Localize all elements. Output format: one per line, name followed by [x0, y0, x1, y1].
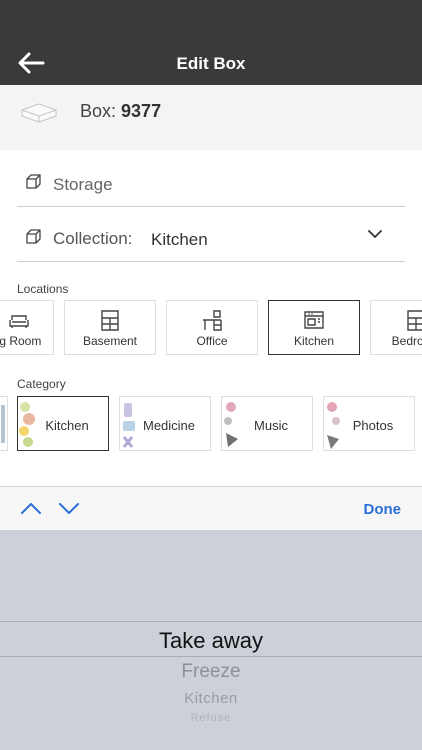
category-art: [1, 405, 5, 443]
done-button[interactable]: Done: [364, 501, 402, 518]
chevron-down-icon[interactable]: [367, 228, 383, 240]
stove-icon: [304, 311, 324, 329]
location-tile-kitchen[interactable]: Kitchen: [268, 300, 360, 355]
category-tile-partial[interactable]: [0, 396, 8, 451]
location-tile-living-room[interactable]: Living Room: [0, 300, 54, 355]
category-strip[interactable]: Kitchen Medicine Music Photos: [0, 396, 422, 452]
locations-strip[interactable]: Living Room Basement Office Kitchen Bedr…: [0, 300, 422, 356]
locations-title: Locations: [17, 282, 69, 296]
shelf-icon: [101, 310, 119, 331]
picker-option[interactable]: Kitchen: [0, 690, 422, 707]
category-label: Medicine: [142, 418, 196, 433]
chevron-up-icon[interactable]: [20, 500, 42, 516]
category-label: Photos: [352, 418, 394, 433]
bed-icon: [407, 310, 422, 331]
picker-option[interactable]: Freeze: [0, 661, 422, 683]
box-number: Box: 9377: [80, 101, 161, 122]
location-tile-bedroom[interactable]: Bedroom: [370, 300, 422, 355]
chevron-down-icon[interactable]: [58, 500, 80, 516]
picker-selection-top-line: [0, 621, 422, 622]
location-label: Kitchen: [293, 334, 335, 348]
box-info-bar: [0, 85, 422, 150]
category-label: Kitchen: [45, 418, 89, 433]
picker-selected-option[interactable]: Take away: [0, 628, 422, 654]
picker-option[interactable]: Refuse: [0, 712, 422, 724]
box-number-value: 9377: [121, 101, 162, 121]
category-tile-photos[interactable]: Photos: [323, 396, 415, 451]
location-label: Office: [196, 334, 228, 348]
location-label: Living Room: [0, 334, 42, 348]
category-title: Category: [17, 377, 66, 391]
box-image-icon: [21, 103, 57, 123]
box-icon: [26, 229, 41, 244]
collection-label: Collection:: [53, 229, 133, 248]
collection-field[interactable]: Collection: Kitchen: [17, 207, 405, 262]
nav-header: Edit Box: [0, 0, 422, 85]
picker-selection-bottom-line: [0, 656, 422, 657]
location-label: Bedroom: [391, 334, 422, 348]
collection-value: Kitchen: [151, 230, 208, 249]
page-title: Edit Box: [176, 54, 246, 73]
category-tile-music[interactable]: Music: [221, 396, 313, 451]
category-tile-medicine[interactable]: Medicine: [119, 396, 211, 451]
sofa-icon: [9, 315, 29, 328]
category-tile-kitchen[interactable]: Kitchen: [17, 396, 109, 451]
picker-toolbar: Done: [0, 486, 422, 530]
picker-wheel[interactable]: Take away Freeze Kitchen Refuse: [0, 530, 422, 750]
location-tile-basement[interactable]: Basement: [64, 300, 156, 355]
desk-icon: [203, 310, 222, 331]
storage-field[interactable]: Storage: [17, 152, 405, 207]
category-label: Music: [254, 418, 288, 433]
storage-placeholder: Storage: [53, 175, 113, 194]
box-icon: [26, 174, 41, 189]
location-label: Basement: [82, 334, 138, 348]
box-prefix: Box:: [80, 101, 122, 121]
location-tile-office[interactable]: Office: [166, 300, 258, 355]
